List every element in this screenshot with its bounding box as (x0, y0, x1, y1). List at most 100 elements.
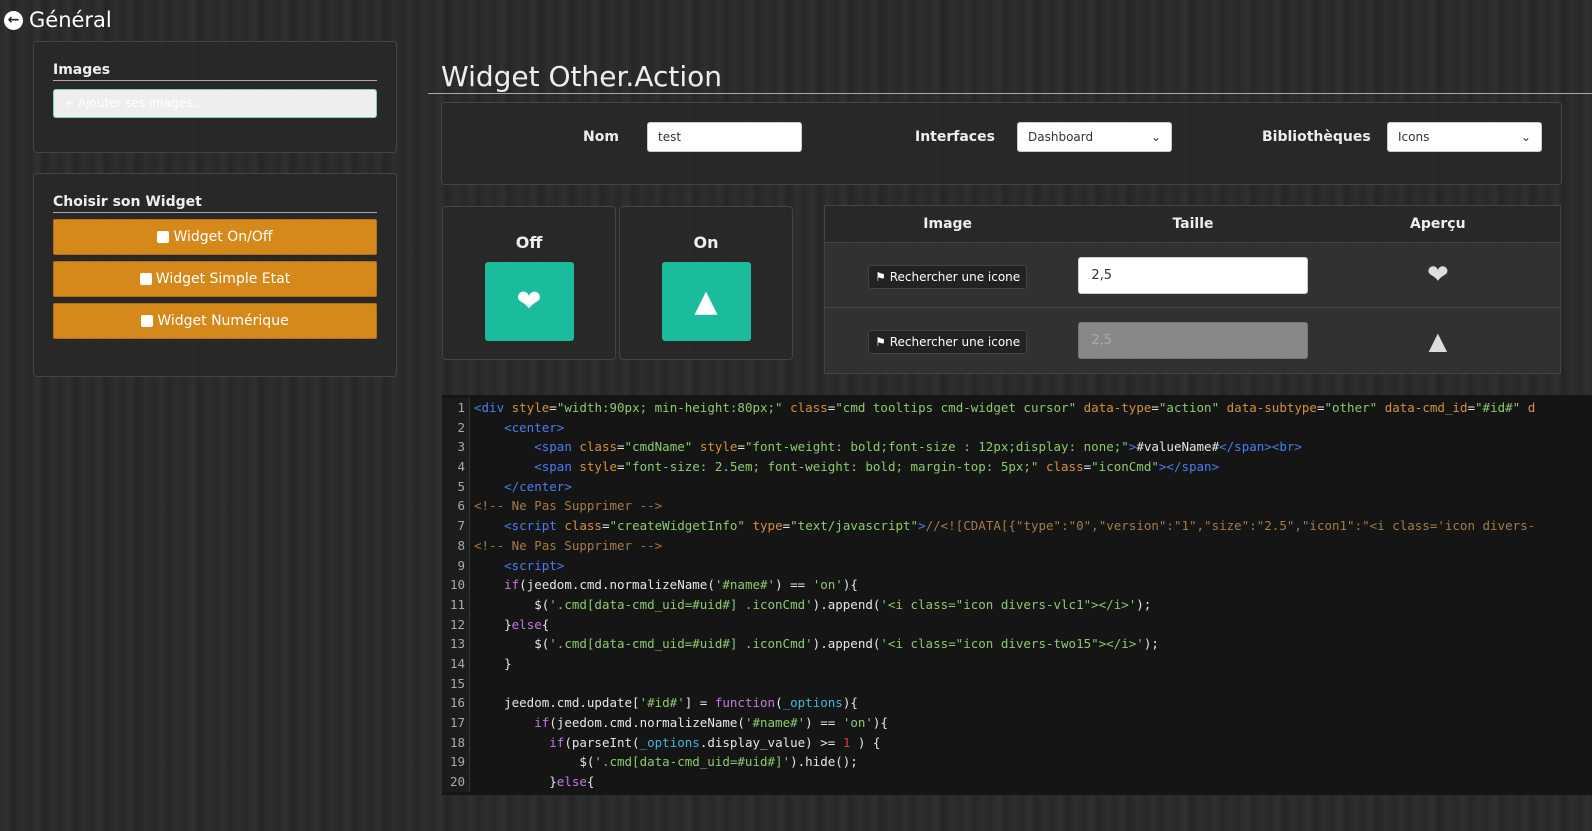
nom-input[interactable]: test (647, 122, 802, 152)
icon-table: Image Taille Aperçu ⚑ Rechercher une ico… (824, 205, 1561, 374)
interfaces-label: Interfaces (915, 129, 995, 145)
button-label: Rechercher une icone (889, 335, 1021, 349)
header-apercu: Aperçu (1410, 216, 1466, 232)
code-token: = (617, 459, 625, 475)
widget-onoff-button[interactable]: Widget On/Off (53, 219, 377, 255)
code-token: style (699, 439, 738, 455)
line-number: 8 (442, 535, 470, 556)
size-value: 2,5 (1091, 333, 1112, 348)
off-label: Off (515, 233, 543, 252)
code-token: if (504, 577, 520, 593)
code-text: if(jeedom.cmd.normalizeName('#name#') ==… (470, 713, 888, 733)
code-token: ] = (684, 695, 715, 711)
bibliotheques-label: Bibliothèques (1262, 129, 1371, 145)
code-text: <!-- Ne Pas Supprimer --> (470, 496, 662, 516)
code-token: '#id#' (639, 695, 685, 711)
code-token: $( (474, 636, 550, 652)
bibliotheques-value: Icons (1398, 130, 1430, 144)
code-token: = (549, 400, 557, 415)
code-token: <center> (504, 419, 565, 435)
checkbox-icon (157, 231, 170, 243)
on-label: On (693, 233, 719, 252)
line-number: 17 (442, 713, 470, 733)
code-token: ).hide(); (790, 754, 858, 770)
code-line: 2 <center> (442, 417, 1592, 438)
code-token: "other" (1324, 400, 1385, 415)
page-header: ← Général (4, 8, 112, 32)
code-token: function (714, 695, 776, 711)
code-token: <script> (504, 557, 565, 573)
code-token: '#name#' (744, 715, 806, 730)
code-text: <div style="width:90px; min-height:80px;… (470, 398, 1535, 418)
code-token: = (601, 518, 610, 534)
size-input[interactable]: 2,5 (1078, 256, 1308, 294)
line-number: 13 (442, 634, 470, 654)
code-token: style (579, 459, 618, 475)
code-token: = (737, 439, 745, 455)
upload-images-button[interactable]: + Ajouter ses images... (53, 89, 377, 118)
code-token: ); (1136, 596, 1152, 612)
arrow-circle-left-icon[interactable]: ← (4, 10, 23, 30)
code-line: 14 } (442, 653, 1592, 674)
button-label: Widget Simple Etat (155, 271, 291, 287)
widget-simple-etat-button[interactable]: Widget Simple Etat (53, 261, 377, 297)
code-token: { (541, 616, 550, 632)
code-line: 9 <script> (442, 555, 1592, 576)
code-token: ){ (842, 695, 858, 711)
line-number: 14 (442, 653, 470, 674)
code-line: 17 if(jeedom.cmd.normalizeName('#name#')… (442, 713, 1592, 733)
bibliotheques-select[interactable]: Icons ⌄ (1387, 122, 1542, 152)
code-token: <!-- Ne Pas Supprimer --> (474, 537, 663, 553)
checkbox-icon (141, 315, 154, 327)
code-text: <span style="font-size: 2.5em; font-weig… (470, 457, 1219, 477)
code-token: 'on' (842, 715, 873, 730)
code-token: ).append( (812, 636, 881, 652)
code-token: <span (534, 459, 580, 475)
line-number: 1 (442, 398, 470, 418)
code-token: else (511, 616, 542, 632)
code-token: class (790, 400, 828, 415)
code-token: _options (639, 734, 700, 750)
code-line: 5 </center> (442, 476, 1592, 497)
code-token: } (474, 655, 512, 671)
code-token: if (534, 715, 550, 730)
table-row: ⚑ Rechercher une icone 2,5 ▲ (825, 308, 1560, 373)
code-token: "action" (1158, 400, 1227, 415)
code-token: = (1467, 400, 1476, 415)
code-editor[interactable]: 1 <div style="width:90px; min-height:80px… (442, 395, 1592, 795)
code-token: ); (1143, 636, 1159, 652)
code-token: class (1045, 459, 1084, 475)
code-token: '.cmd[data-cmd_uid=#uid#] .iconCmd' (549, 636, 813, 652)
images-panel: Images + Ajouter ses images... (33, 41, 397, 153)
code-token: ></span> (1158, 459, 1220, 475)
search-icon-button[interactable]: ⚑ Rechercher une icone (868, 264, 1028, 289)
code-text: $('.cmd[data-cmd_uid=#uid#]').hide(); (470, 752, 858, 772)
code-token: if (549, 734, 565, 750)
code-token: ( (775, 695, 783, 711)
code-token: = (617, 439, 625, 455)
code-token: ){ (842, 577, 858, 593)
widget-numerique-button[interactable]: Widget Numérique (53, 303, 377, 339)
widget-panel-title: Choisir son Widget (53, 194, 377, 213)
code-text: }else{ (470, 772, 594, 792)
code-line: 15 (442, 673, 1592, 694)
code-token: "iconCmd" (1091, 459, 1159, 475)
code-token: .display_value) >= (699, 734, 843, 750)
line-number: 5 (442, 476, 470, 497)
interfaces-select[interactable]: Dashboard ⌄ (1017, 122, 1172, 152)
code-token: type (752, 518, 783, 534)
code-token: data-cmd_id (1384, 400, 1468, 415)
code-token: > (918, 518, 926, 534)
search-icon-button[interactable]: ⚑ Rechercher une icone (868, 330, 1028, 354)
code-token: ) == (805, 715, 843, 730)
code-token: data-subtype (1226, 400, 1317, 415)
code-token: ).append( (812, 596, 881, 612)
chevron-down-icon: ⌄ (1150, 130, 1161, 144)
code-line: 8 <!-- Ne Pas Supprimer --> (442, 535, 1592, 556)
